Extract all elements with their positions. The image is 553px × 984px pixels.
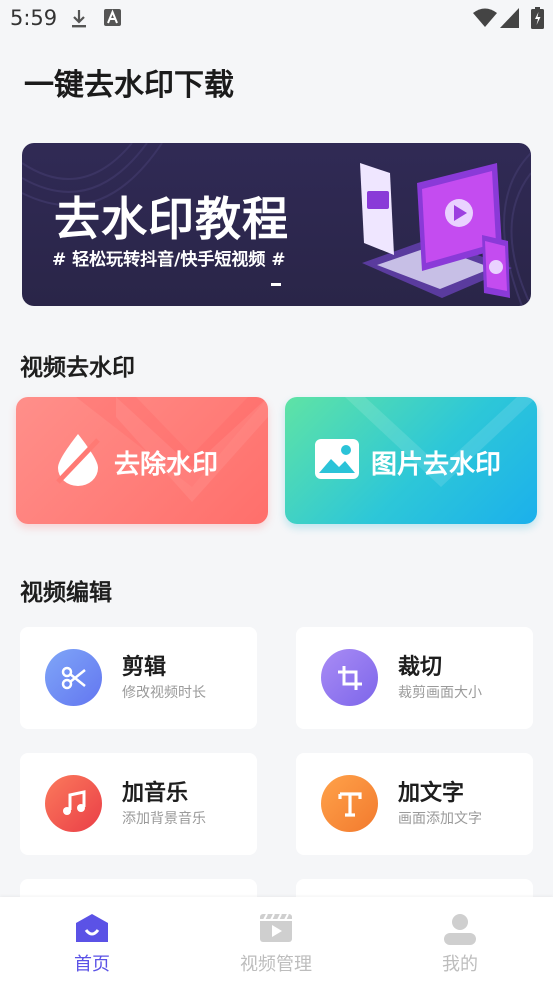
- home-icon: [76, 914, 108, 942]
- tool-name: 加文字: [398, 781, 465, 806]
- drop-slash-icon: [56, 434, 100, 486]
- image-watermark-label: 图片去水印: [371, 450, 502, 480]
- wifi-icon: [473, 8, 497, 32]
- user-icon: [444, 914, 476, 945]
- remove-watermark-label: 去除水印: [114, 450, 219, 480]
- scissors-icon: [45, 649, 102, 706]
- tutorial-banner[interactable]: 去水印教程 # 轻松玩转抖音/快手短视频 #: [22, 143, 531, 306]
- status-bar: 5:59: [0, 0, 553, 38]
- nav-label: 首页: [74, 954, 110, 975]
- download-icon: [70, 9, 88, 33]
- image-watermark-card[interactable]: 图片去水印: [285, 397, 537, 524]
- tool-name: 加音乐: [122, 781, 189, 806]
- nav-video-manage[interactable]: 视频管理: [184, 897, 368, 984]
- tool-desc: 裁剪画面大小: [398, 685, 482, 701]
- bottom-nav: 首页 视频管理 我的: [0, 897, 553, 984]
- page-title: 一键去水印下载: [24, 68, 234, 103]
- tool-name: 裁切: [398, 655, 443, 680]
- tool-desc: 修改视频时长: [122, 685, 206, 701]
- tool-card-music[interactable]: 加音乐 添加背景音乐: [20, 753, 257, 855]
- nav-mine[interactable]: 我的: [368, 897, 552, 984]
- signal-icon: [500, 8, 520, 32]
- banner-subtitle: # 轻松玩转抖音/快手短视频 #: [52, 250, 286, 270]
- banner-title: 去水印教程: [54, 192, 289, 246]
- tool-desc: 画面添加文字: [398, 811, 482, 827]
- tool-desc: 添加背景音乐: [122, 811, 206, 827]
- nav-label: 我的: [442, 954, 478, 975]
- image-icon: [315, 439, 359, 479]
- tool-name: 剪辑: [122, 655, 167, 680]
- nav-label: 视频管理: [240, 954, 312, 975]
- section-title-edit: 视频编辑: [20, 580, 112, 606]
- nav-home[interactable]: 首页: [0, 897, 184, 984]
- section-title-remove: 视频去水印: [20, 355, 135, 381]
- tool-card-clip[interactable]: 剪辑 修改视频时长: [20, 627, 257, 729]
- music-icon: [45, 775, 102, 832]
- battery-icon: [531, 7, 544, 33]
- devices-illustration-icon: [360, 163, 512, 298]
- text-t-icon: [321, 775, 378, 832]
- tool-card-text[interactable]: 加文字 画面添加文字: [296, 753, 533, 855]
- banner-indicator: [271, 283, 281, 286]
- text-a-icon: [104, 9, 121, 30]
- tool-card-crop[interactable]: 裁切 裁剪画面大小: [296, 627, 533, 729]
- remove-watermark-card[interactable]: 去除水印: [16, 397, 268, 524]
- video-icon: [260, 913, 292, 942]
- status-time: 5:59: [10, 6, 58, 30]
- crop-icon: [321, 649, 378, 706]
